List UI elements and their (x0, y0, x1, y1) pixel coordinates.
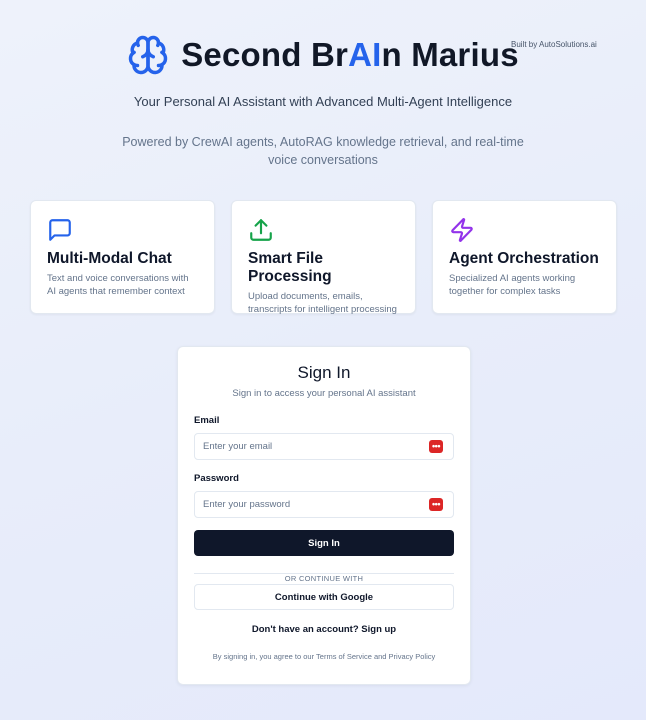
email-input[interactable] (195, 434, 453, 459)
password-field-wrapper: ••• (194, 491, 454, 518)
feature-description: Specialized AI agents working together f… (449, 273, 576, 297)
chat-bubble-icon (49, 219, 71, 241)
title-accent-ai: AI (348, 36, 382, 73)
password-input[interactable] (195, 492, 453, 517)
feature-description: Text and voice conversations with AI age… (47, 273, 189, 297)
continue-with-google-button[interactable]: Continue with Google (194, 584, 454, 610)
email-field-wrapper: ••• (194, 433, 454, 460)
feature-title: Smart File Processing (248, 250, 332, 285)
password-label: Password (194, 473, 239, 484)
email-label: Email (194, 415, 220, 426)
signin-title: Sign In (297, 363, 351, 382)
title-part-2: n Marius (381, 36, 519, 73)
signin-card: Sign In Sign in to access your personal … (177, 346, 471, 685)
title-part-1: Second Br (181, 36, 349, 73)
built-by-label: Built by AutoSolutions.ai (511, 40, 597, 49)
tagline: Your Personal AI Assistant with Advanced… (133, 94, 513, 109)
password-manager-icon[interactable]: ••• (429, 498, 443, 511)
feature-title: Agent Orchestration (449, 250, 599, 267)
terms-text: By signing in, you agree to our Terms of… (212, 652, 436, 661)
feature-title: Multi-Modal Chat (47, 250, 172, 267)
password-manager-icon[interactable]: ••• (429, 440, 443, 453)
sign-up-link[interactable]: Don't have an account? Sign up (194, 624, 454, 635)
signin-subtitle: Sign in to access your personal AI assis… (232, 388, 416, 399)
feature-card-multi-modal-chat: Multi-Modal Chat Text and voice conversa… (30, 200, 215, 314)
feature-description: Upload documents, emails, transcripts fo… (248, 291, 397, 315)
lightning-icon (451, 218, 473, 242)
powered-by-text: Powered by CrewAI agents, AutoRAG knowle… (122, 135, 524, 167)
sign-in-button[interactable]: Sign In (194, 530, 454, 556)
feature-card-agent-orchestration: Agent Orchestration Specialized AI agent… (432, 200, 617, 314)
feature-cards: Multi-Modal Chat Text and voice conversa… (30, 200, 618, 315)
feature-card-smart-file-processing: Smart File Processing Upload documents, … (231, 200, 416, 315)
brain-icon (128, 35, 168, 75)
app-title: Second BrAIn Marius (181, 36, 519, 74)
divider-text: OR CONTINUE WITH (278, 574, 370, 583)
divider: OR CONTINUE WITH (194, 568, 454, 583)
upload-icon (250, 219, 272, 241)
